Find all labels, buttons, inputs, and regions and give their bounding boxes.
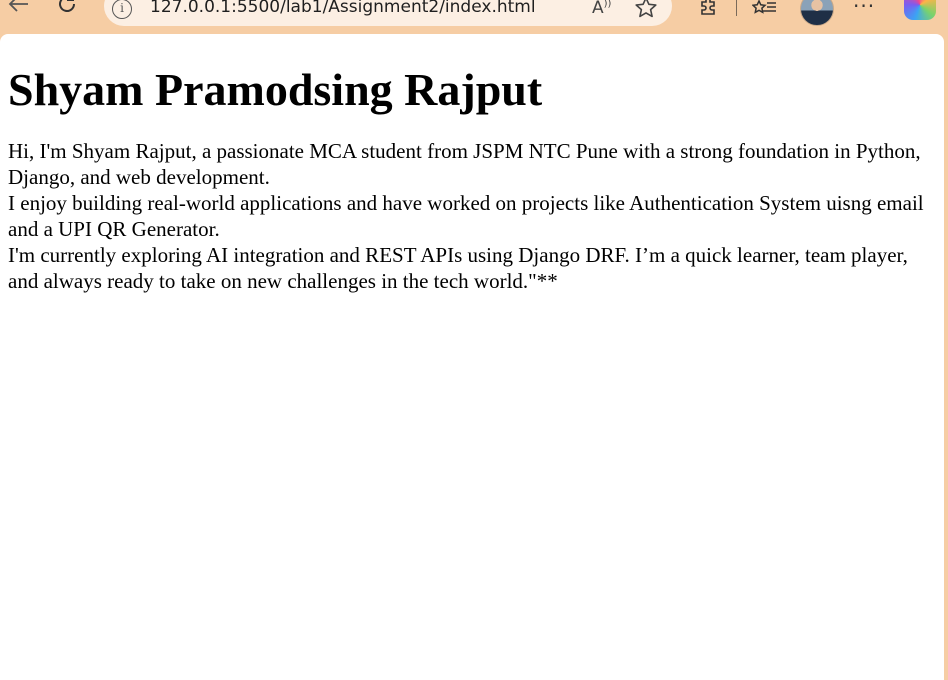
page-viewport: Shyam Pramodsing Rajput Hi, I'm Shyam Ra… xyxy=(0,34,944,680)
back-arrow-icon[interactable] xyxy=(4,0,34,14)
address-bar[interactable]: i 127.0.0.1:5500/lab1/Assignment2/index.… xyxy=(104,0,672,26)
browser-toolbar: i 127.0.0.1:5500/lab1/Assignment2/index.… xyxy=(0,0,948,34)
read-aloud-icon[interactable]: A)) xyxy=(592,0,611,18)
page-title: Shyam Pramodsing Rajput xyxy=(8,64,543,115)
url-text[interactable]: 127.0.0.1:5500/lab1/Assignment2/index.ht… xyxy=(150,0,536,17)
toolbar-divider xyxy=(736,0,737,16)
puzzle-icon[interactable] xyxy=(694,0,724,20)
copilot-icon[interactable] xyxy=(904,0,936,20)
intro-line: Hi, I'm Shyam Rajput, a passionate MCA s… xyxy=(8,139,921,189)
intro-paragraph: Hi, I'm Shyam Rajput, a passionate MCA s… xyxy=(8,138,936,294)
page-content: Shyam Pramodsing Rajput Hi, I'm Shyam Ra… xyxy=(0,66,944,294)
star-icon[interactable] xyxy=(634,0,658,25)
refresh-icon[interactable] xyxy=(52,0,82,14)
intro-line: I'm currently exploring AI integration a… xyxy=(8,243,908,293)
site-info-icon[interactable]: i xyxy=(112,0,132,19)
favorites-list-icon[interactable] xyxy=(750,0,780,20)
more-icon[interactable]: ··· xyxy=(853,0,875,18)
intro-line: I enjoy building real-world applications… xyxy=(8,191,924,241)
profile-avatar[interactable] xyxy=(800,0,834,26)
